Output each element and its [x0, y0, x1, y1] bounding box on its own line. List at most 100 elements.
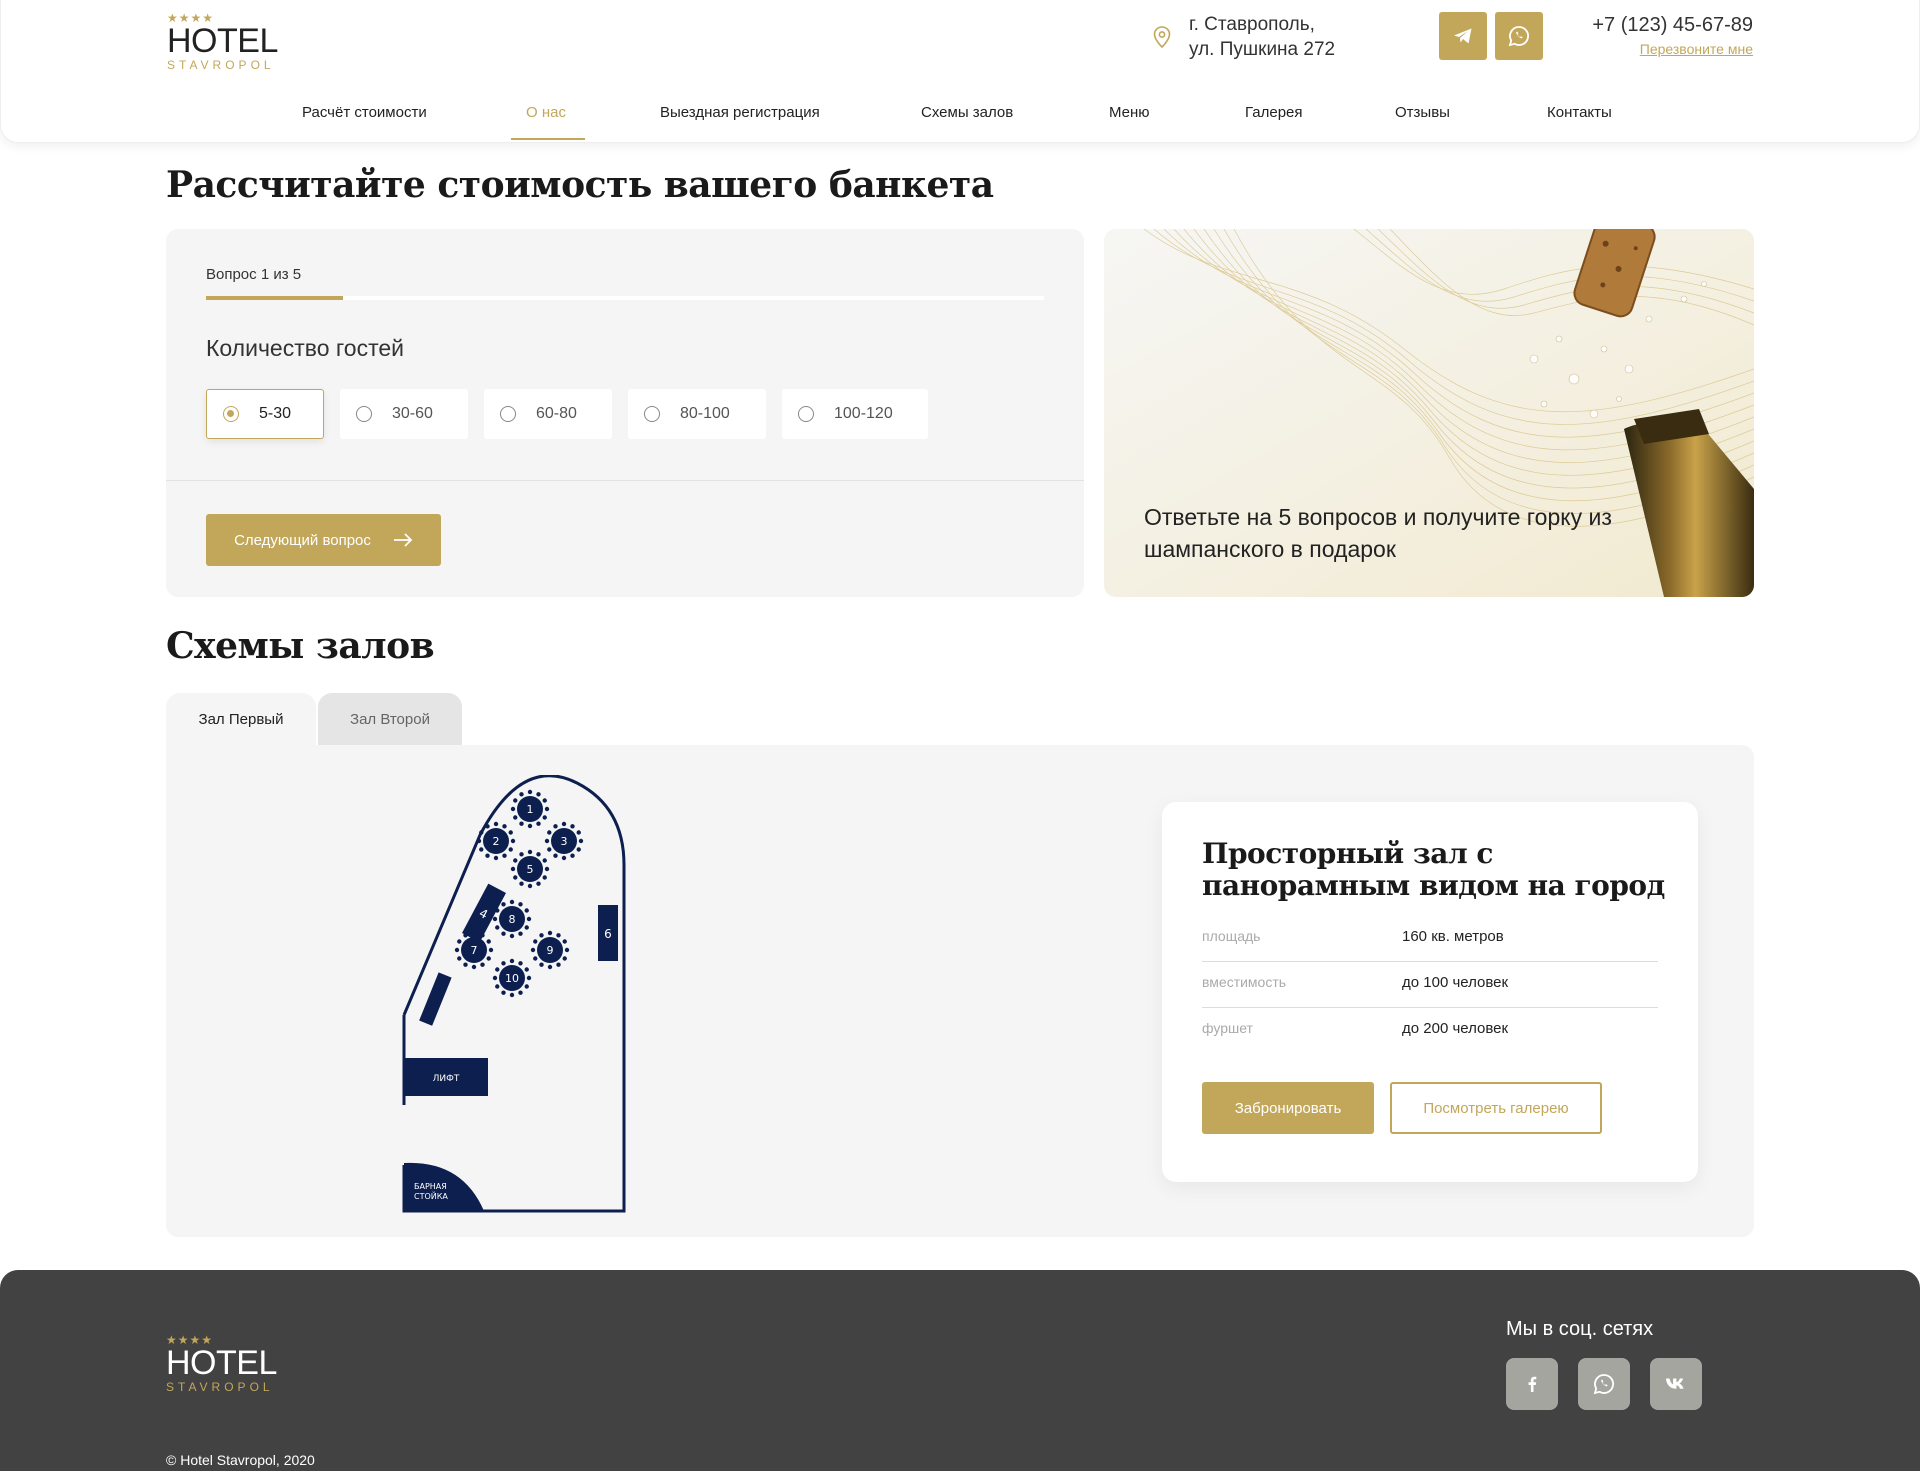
telegram-button[interactable] — [1439, 12, 1487, 60]
site-header: ★★★★ HOTEL STAVROPOL г. Ставрополь, ул. … — [0, 0, 1920, 143]
plan-counter — [419, 972, 452, 1026]
phone-number[interactable]: +7 (123) 45-67-89 — [1592, 12, 1753, 38]
plan-table-1: 1 — [510, 789, 550, 829]
option-label: 5-30 — [259, 405, 292, 422]
plan-table-10: 10 — [492, 958, 532, 998]
plan-bar-label-2: СТОЙКА — [414, 1190, 448, 1201]
hall-row-value: до 200 человек — [1402, 1020, 1509, 1037]
option-label: 60-80 — [536, 405, 577, 422]
tab-hall-first[interactable]: Зал Первый — [166, 693, 316, 745]
next-question-label: Следующий вопрос — [234, 531, 371, 549]
plan-bar-label-1: БАРНАЯ — [414, 1182, 447, 1191]
nav-item-contacts[interactable]: Контакты — [1547, 104, 1612, 121]
option-label: 100-120 — [834, 405, 893, 422]
nav-item-menu[interactable]: Меню — [1109, 104, 1150, 121]
logo-name: HOTEL — [166, 1344, 277, 1382]
plan-table-10-label: 10 — [505, 972, 519, 985]
address-block: г. Ставрополь, ул. Пушкина 272 — [1153, 12, 1335, 62]
hall-row-key: площадь — [1202, 928, 1261, 944]
option-80-100[interactable]: 80-100 — [628, 389, 766, 439]
plan-table-5-label: 5 — [527, 863, 534, 876]
halls-title: Схемы залов — [166, 625, 435, 667]
hall-row-value: 160 кв. метров — [1402, 928, 1504, 945]
tab-hall-second[interactable]: Зал Второй — [318, 693, 462, 745]
option-label: 30-60 — [392, 405, 433, 422]
nav-item-halls[interactable]: Схемы залов — [921, 104, 1013, 121]
logo-name: HOTEL — [167, 22, 278, 60]
option-30-60[interactable]: 30-60 — [340, 389, 468, 439]
option-label: 80-100 — [680, 405, 730, 422]
nav-active-underline — [511, 138, 585, 140]
quiz-progress-text: Вопрос 1 из 5 — [206, 266, 302, 283]
social-title: Мы в соц. сетях — [1506, 1318, 1654, 1340]
footer-logo[interactable]: ★★★★ HOTEL STAVROPOL — [166, 1334, 286, 1394]
option-100-120[interactable]: 100-120 — [782, 389, 928, 439]
hall-row-value: до 100 человек — [1402, 974, 1509, 991]
nav-item-reviews[interactable]: Отзывы — [1395, 104, 1450, 121]
arrow-right-icon — [393, 533, 413, 547]
hall-row-key: вместимость — [1202, 974, 1287, 990]
facebook-icon — [1528, 1376, 1537, 1392]
whatsapp-button[interactable] — [1495, 12, 1543, 60]
plan-table-3-label: 3 — [561, 835, 568, 848]
radio-selected-icon — [223, 406, 239, 422]
quiz-progress-bar — [206, 296, 1044, 300]
whatsapp-social-button[interactable] — [1578, 1358, 1630, 1410]
plan-table-9-label: 9 — [547, 944, 554, 957]
radio-icon — [500, 406, 516, 422]
site-footer: ★★★★ HOTEL STAVROPOL Мы в соц. сетях © H… — [0, 1270, 1920, 1471]
hall-info-card: Просторный зал с панорамным видом на гор… — [1162, 802, 1698, 1182]
quiz-question: Количество гостей — [206, 335, 404, 361]
hall-panel: 4 6 ЛИФТ БАРНАЯ СТОЙКА 1 2 3 5 7 8 9 10 Простор… — [166, 745, 1754, 1237]
main-nav: Расчёт стоимости О нас Выездная регистра… — [1, 96, 1919, 142]
plan-table-9: 9 — [530, 930, 570, 970]
promo-text: Ответьте на 5 вопросов и получите горку … — [1144, 504, 1612, 562]
nav-item-about[interactable]: О нас — [526, 104, 566, 121]
hall-row-area: площадь 160 кв. метров — [1202, 916, 1658, 962]
map-pin-icon — [1153, 26, 1171, 48]
vk-button[interactable] — [1650, 1358, 1702, 1410]
plan-table-5: 5 — [510, 849, 550, 889]
plan-table-2-label: 2 — [493, 835, 500, 848]
vk-icon — [1666, 1378, 1684, 1389]
option-5-30[interactable]: 5-30 — [206, 389, 324, 439]
next-question-button[interactable]: Следующий вопрос — [206, 514, 441, 566]
hall-card-title: Просторный зал с панорамным видом на гор… — [1202, 837, 1665, 902]
nav-item-gallery[interactable]: Галерея — [1245, 104, 1303, 121]
copyright: © Hotel Stavropol, 2020 — [166, 1452, 315, 1468]
promo-panel: Ответьте на 5 вопросов и получите горку … — [1104, 229, 1754, 597]
plan-table-7-label: 7 — [471, 944, 478, 957]
logo-city: STAVROPOL — [167, 58, 275, 72]
quiz-progress-fill — [206, 296, 344, 300]
radio-icon — [356, 406, 372, 422]
nav-item-registration[interactable]: Выездная регистрация — [660, 104, 820, 121]
hall-floor-plan: 4 6 ЛИФТ БАРНАЯ СТОЙКА 12 3578910 — [402, 775, 626, 1213]
callback-link[interactable]: Перезвоните мне — [1592, 38, 1753, 60]
plan-table-3: 3 — [544, 821, 584, 861]
calculator-title: Рассчитайте стоимость вашего банкета — [166, 164, 994, 206]
address-line-1: г. Ставрополь, — [1189, 14, 1315, 35]
address-line-2: ул. Пушкина 272 — [1189, 39, 1336, 60]
hall-row-buffet: фуршет до 200 человек — [1202, 1008, 1658, 1054]
nav-item-cost[interactable]: Расчёт стоимости — [302, 104, 427, 121]
option-60-80[interactable]: 60-80 — [484, 389, 612, 439]
view-gallery-button[interactable]: Посмотреть галерею — [1390, 1082, 1602, 1134]
telegram-icon — [1454, 28, 1472, 44]
radio-icon — [798, 406, 814, 422]
plan-table-6-label: 6 — [604, 927, 612, 941]
whatsapp-icon — [1593, 1374, 1614, 1395]
radio-icon — [644, 406, 660, 422]
book-button[interactable]: Забронировать — [1202, 1082, 1374, 1134]
quiz-divider — [166, 480, 1084, 481]
plan-lift-label: ЛИФТ — [433, 1074, 460, 1084]
hotel-logo[interactable]: ★★★★ HOTEL STAVROPOL — [167, 12, 287, 72]
quiz-panel: Вопрос 1 из 5 Количество гостей 5-30 30-… — [166, 229, 1084, 597]
whatsapp-icon — [1508, 26, 1529, 47]
logo-city: STAVROPOL — [166, 1380, 274, 1394]
hall-row-key: фуршет — [1202, 1020, 1253, 1036]
plan-table-8-label: 8 — [509, 913, 516, 926]
facebook-button[interactable] — [1506, 1358, 1558, 1410]
phone-block: +7 (123) 45-67-89 Перезвоните мне — [1592, 12, 1753, 60]
hall-row-capacity: вместимость до 100 человек — [1202, 962, 1658, 1008]
plan-table-1-label: 1 — [527, 803, 534, 816]
